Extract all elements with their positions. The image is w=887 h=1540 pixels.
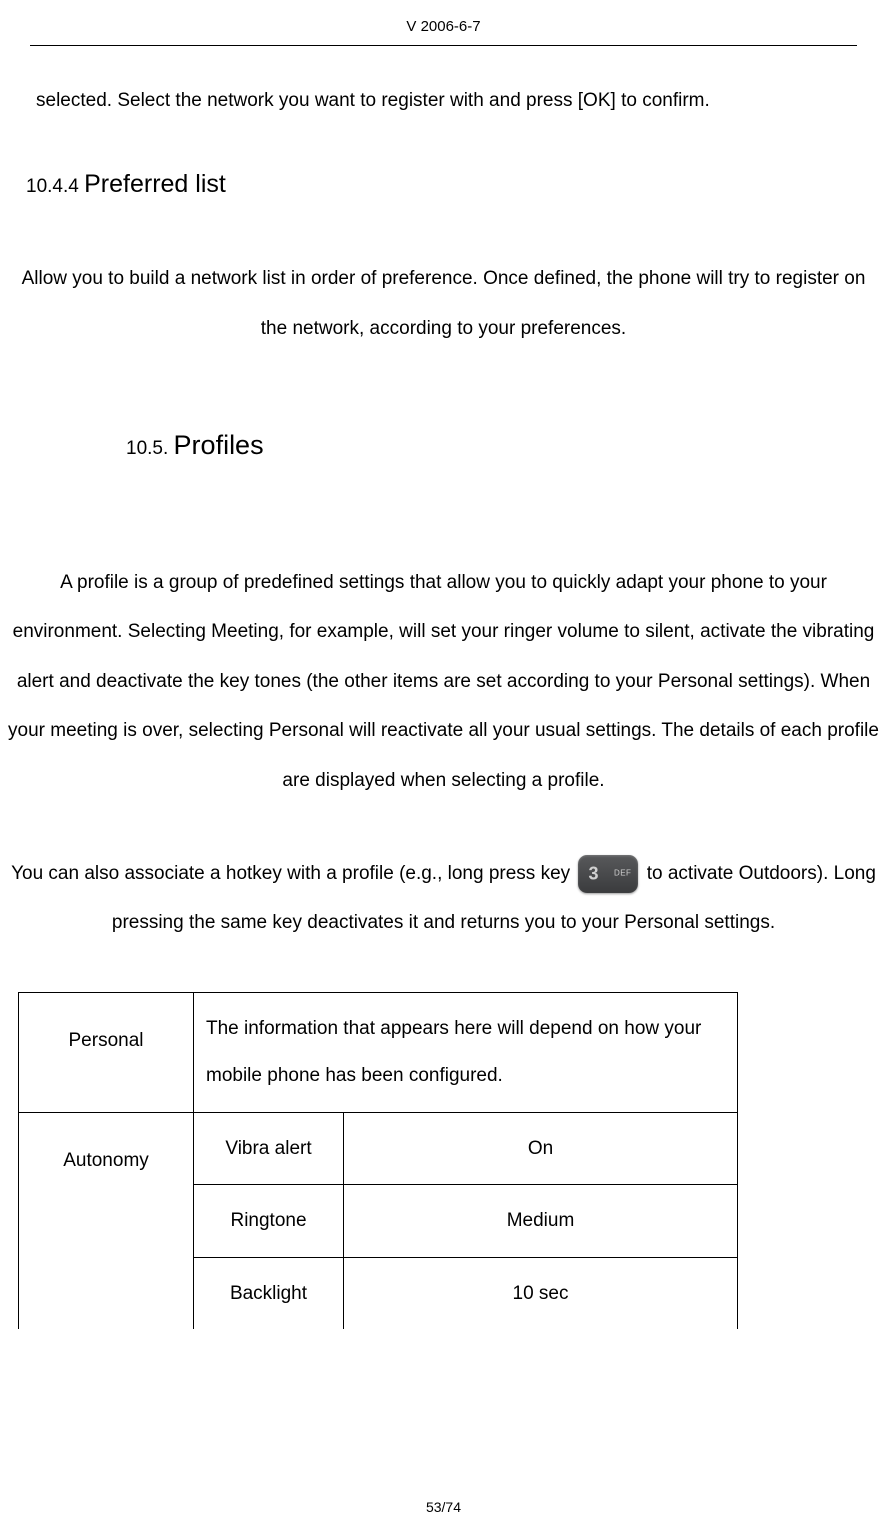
setting-name-cell: Vibra alert [194,1112,344,1185]
page-footer: 53/74 [0,1469,887,1515]
profiles-paragraph: A profile is a group of predefined setti… [8,558,879,805]
setting-value-cell: Medium [344,1185,738,1258]
setting-name-cell: Ringtone [194,1185,344,1258]
setting-value-cell: On [344,1112,738,1185]
content-area: selected. Select the network you want to… [0,86,887,1469]
setting-name-cell: Backlight [194,1257,344,1329]
section-title: Profiles [174,430,264,460]
version-label: V 2006-6-7 [406,18,480,35]
section-heading: 10.5. Profiles [126,413,879,478]
table-row: Personal The information that appears he… [19,992,738,1112]
hotkey-paragraph: You can also associate a hotkey with a p… [8,849,879,948]
table-row: Autonomy Vibra alert On [19,1112,738,1185]
top-paragraph: selected. Select the network you want to… [36,86,851,116]
subsection-number: 10.4.4 [26,176,79,197]
setting-value-cell: 10 sec [344,1257,738,1329]
profile-name-cell: Autonomy [19,1112,194,1329]
preferred-paragraph: Allow you to build a network list in ord… [8,254,879,353]
hotkey-text-before: You can also associate a hotkey with a p… [11,863,575,884]
page-header: V 2006-6-7 [30,18,857,46]
profile-description-cell: The information that appears here will d… [194,992,738,1112]
subsection-heading: 10.4.4 Preferred list [26,154,879,214]
profiles-table: Personal The information that appears he… [18,992,738,1330]
page-container: V 2006-6-7 selected. Select the network … [0,0,887,1540]
subsection-title: Preferred list [84,170,226,198]
profile-name-cell: Personal [19,992,194,1112]
section-number: 10.5. [126,438,168,459]
key-3-def-icon [578,855,638,893]
page-number: 53/74 [426,1499,461,1515]
